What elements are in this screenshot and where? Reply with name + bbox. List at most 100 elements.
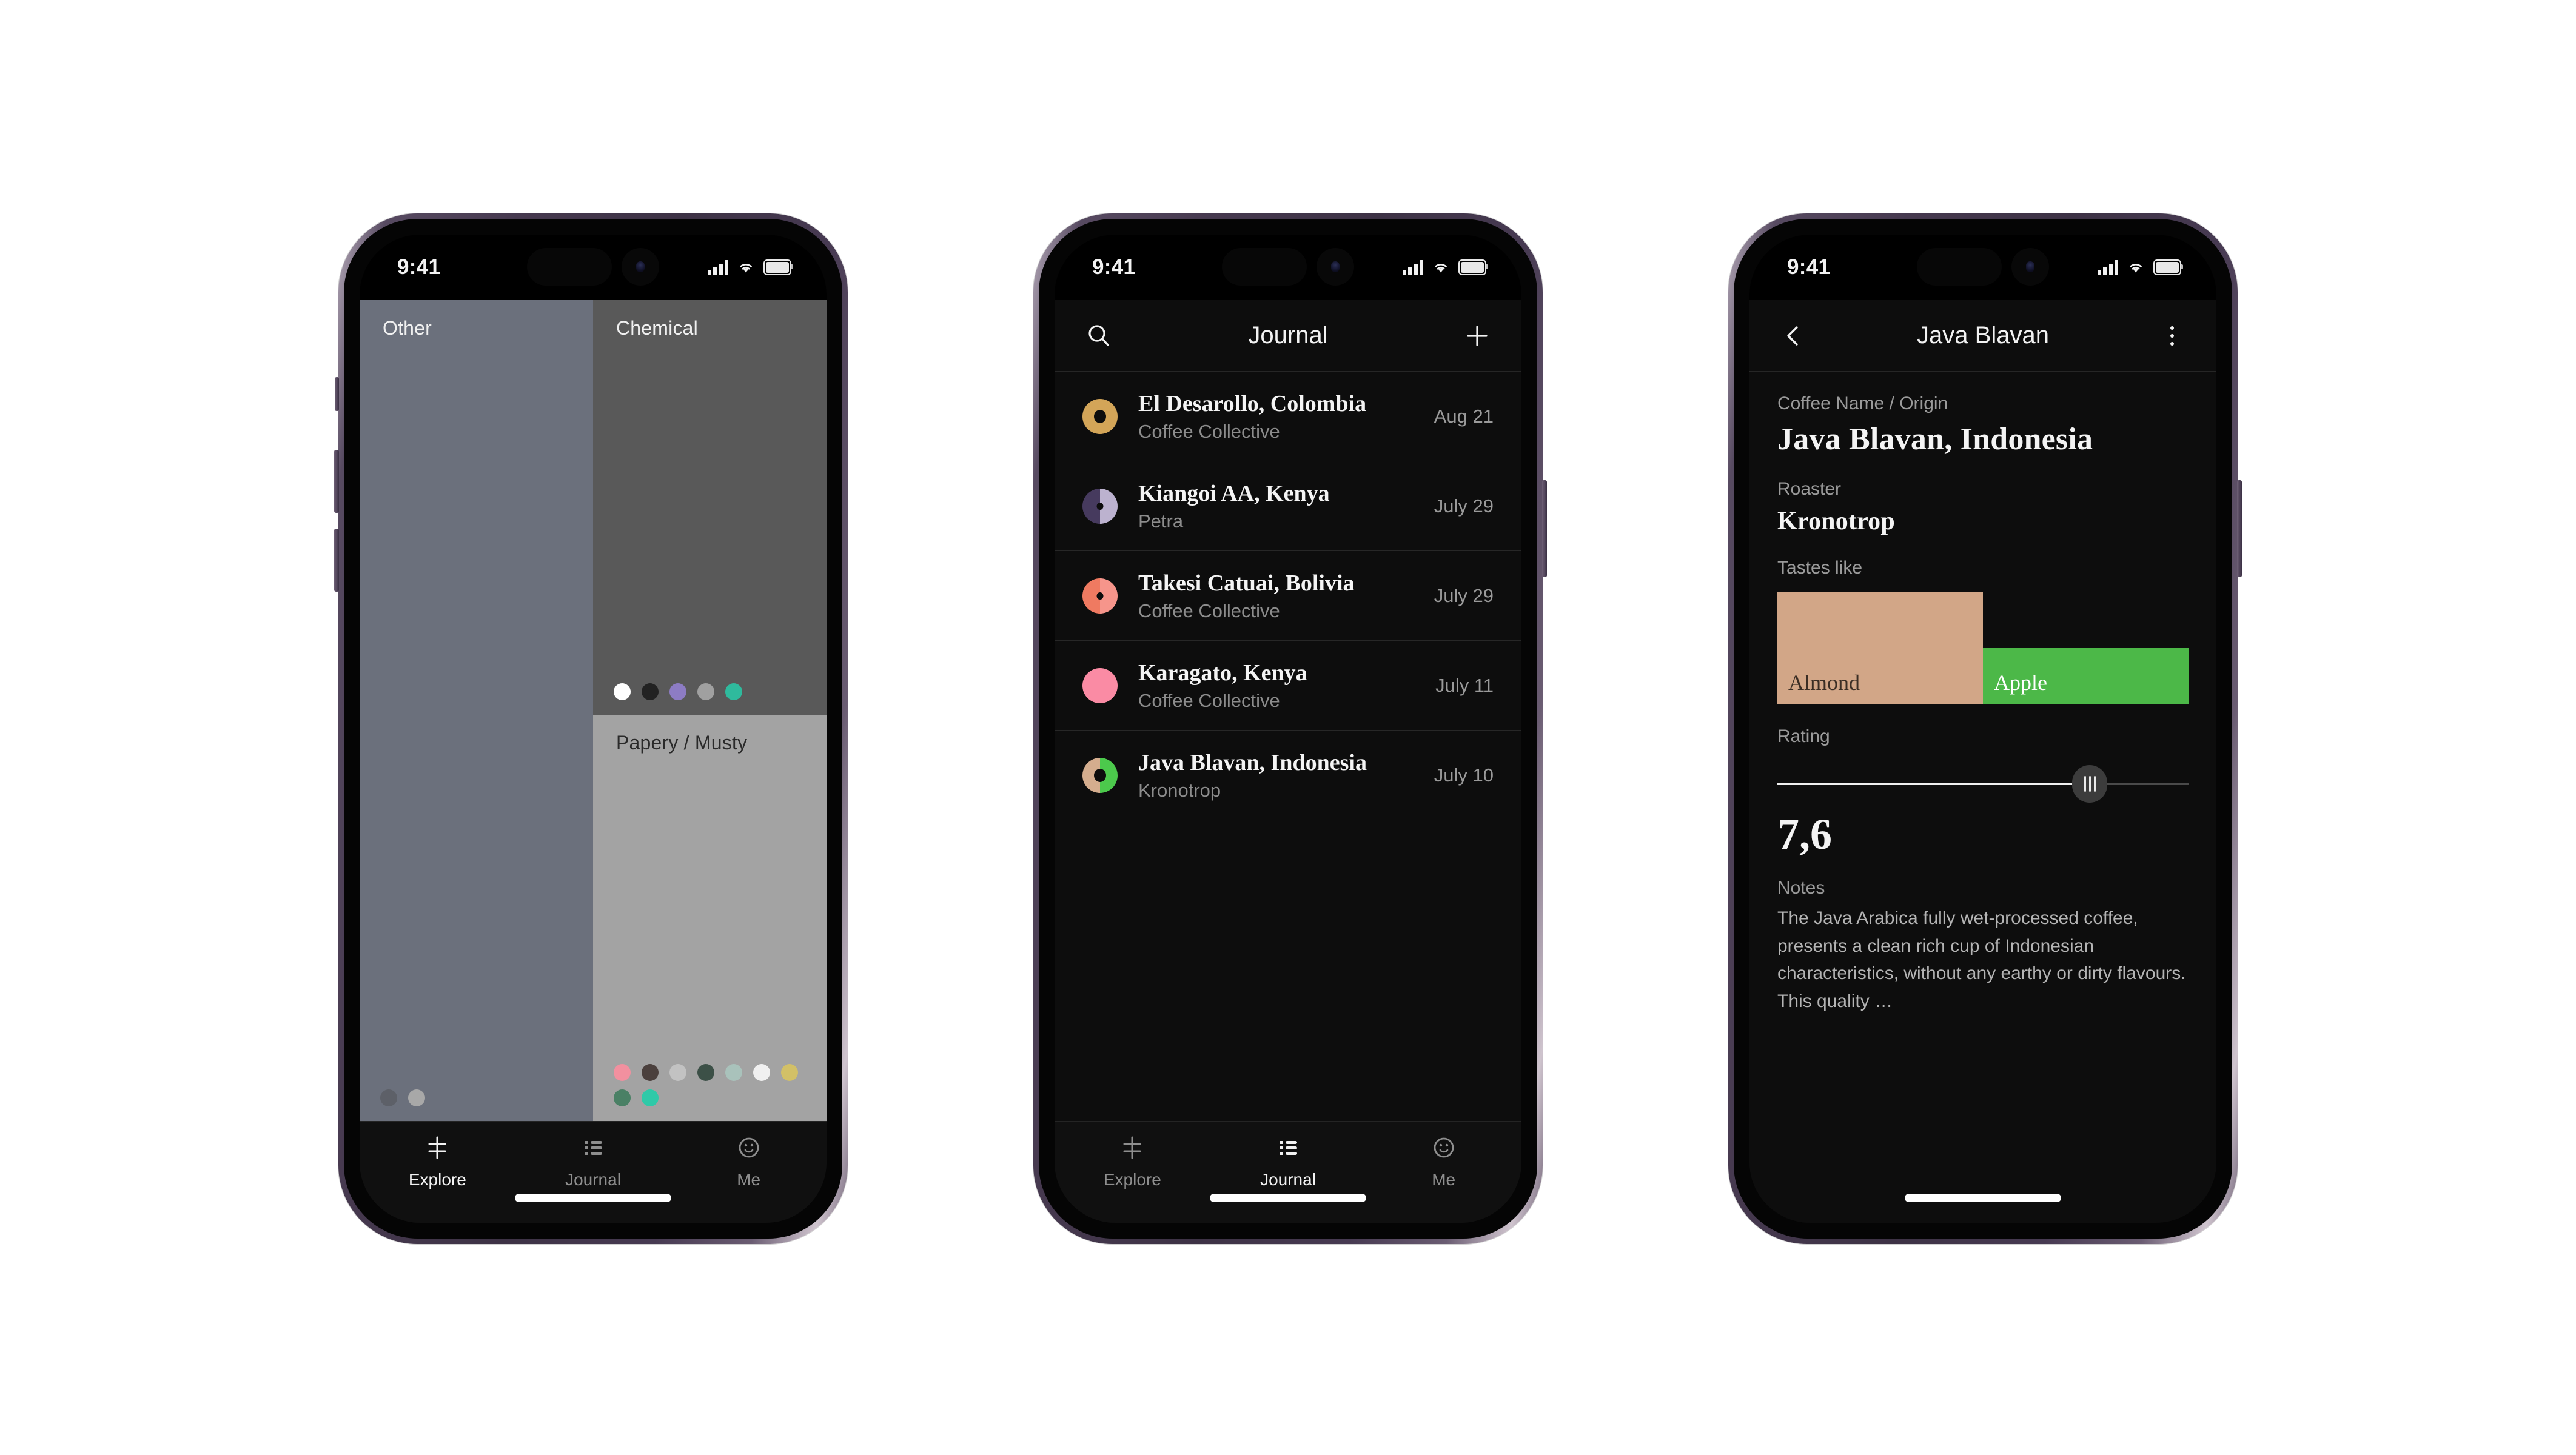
colour-dot[interactable] — [669, 683, 686, 700]
home-indicator[interactable] — [515, 1194, 671, 1202]
battery-icon — [763, 259, 793, 275]
phone3-screen: 9:41 Java Blavan Coffee Name / Origin Ja… — [1749, 235, 2216, 1223]
colour-dot[interactable] — [642, 1089, 659, 1106]
mute-switch[interactable] — [335, 377, 339, 411]
flavour-panel-chemical[interactable]: Chemical — [593, 300, 827, 715]
front-camera — [1317, 248, 1354, 286]
list-item[interactable]: Karagato, Kenya Coffee Collective July 1… — [1055, 641, 1521, 731]
field-value-roaster: Kronotrop — [1777, 507, 1895, 535]
front-camera — [622, 248, 659, 286]
status-bar: 9:41 — [1749, 235, 2216, 300]
colour-dot[interactable] — [614, 1064, 631, 1081]
field-label-rating: Rating — [1777, 726, 1830, 746]
tab-bar: Explore Journal Me — [360, 1121, 827, 1223]
colour-dot[interactable] — [642, 683, 659, 700]
explore-right-column: Chemical Papery / Musty — [593, 300, 827, 1121]
list-item-text: Kiangoi AA, Kenya Petra — [1138, 480, 1422, 532]
slider-handle[interactable] — [2072, 765, 2108, 803]
colour-dot[interactable] — [781, 1064, 798, 1081]
avatar — [1082, 578, 1118, 614]
wifi-icon — [1432, 260, 1450, 275]
list-item[interactable]: Kiangoi AA, Kenya Petra July 29 — [1055, 461, 1521, 551]
list-icon — [579, 1134, 607, 1162]
smiley-face-icon — [1430, 1134, 1458, 1162]
journal-navbar: Journal — [1055, 300, 1521, 372]
wifi-icon — [737, 260, 755, 275]
tab-explore[interactable]: Explore — [1055, 1134, 1210, 1189]
entry-roaster: Coffee Collective — [1138, 600, 1280, 621]
phone-coffee-detail: 9:41 Java Blavan Coffee Name / Origin Ja… — [1728, 213, 2242, 1244]
tab-journal[interactable]: Journal — [1210, 1134, 1366, 1189]
tab-explore[interactable]: Explore — [360, 1134, 515, 1189]
entry-date: July 29 — [1434, 584, 1494, 606]
colour-dot[interactable] — [614, 1089, 631, 1106]
entry-roaster: Kronotrop — [1138, 779, 1221, 801]
wifi-icon — [2127, 260, 2145, 275]
explore-flavour-grid: Other Chemical Papery / Musty — [360, 300, 827, 1121]
home-indicator[interactable] — [1905, 1194, 2061, 1202]
tab-me[interactable]: Me — [1366, 1134, 1521, 1189]
phone-journal: 9:41 Journal El Desarollo, Colombia Coff… — [1033, 213, 1547, 1244]
island-pill — [1917, 248, 2002, 286]
entry-roaster: Coffee Collective — [1138, 420, 1280, 442]
colour-dot[interactable] — [380, 1089, 397, 1106]
phone-bezel: 9:41 — [1039, 219, 1537, 1239]
page-title: Journal — [1248, 322, 1328, 349]
avatar — [1082, 667, 1118, 703]
colour-dot[interactable] — [408, 1089, 425, 1106]
taste-label: Apple — [1994, 671, 2047, 695]
panel-label: Other — [383, 317, 432, 339]
rating-value: 7,6 — [1777, 810, 1832, 858]
journal-list: El Desarollo, Colombia Coffee Collective… — [1055, 372, 1521, 1121]
list-item[interactable]: El Desarollo, Colombia Coffee Collective… — [1055, 372, 1521, 461]
field-label-name: Coffee Name / Origin — [1777, 393, 1948, 413]
colour-dot[interactable] — [753, 1064, 770, 1081]
status-time: 9:41 — [397, 255, 441, 279]
flavour-panel-other[interactable]: Other — [360, 300, 593, 1121]
more-vertical-icon[interactable] — [2156, 319, 2189, 352]
front-camera — [2011, 248, 2049, 286]
volume-down-button[interactable] — [334, 529, 339, 592]
entry-date: July 10 — [1434, 764, 1494, 786]
panel-dots-papery — [614, 1064, 814, 1106]
home-indicator[interactable] — [1210, 1194, 1366, 1202]
colour-dot[interactable] — [669, 1064, 686, 1081]
status-bar: 9:41 — [1055, 235, 1521, 300]
phone-bezel: 9:41 — [1734, 219, 2232, 1239]
explore-filter-icon — [1118, 1134, 1146, 1162]
taste-bar-apple[interactable]: Apple — [1983, 648, 2189, 704]
colour-dot[interactable] — [725, 1064, 742, 1081]
field-value-name: Java Blavan, Indonesia — [1777, 422, 2093, 457]
list-icon — [1274, 1134, 1302, 1162]
rating-slider[interactable] — [1777, 765, 2189, 803]
island-pill — [527, 248, 612, 286]
colour-dot[interactable] — [614, 683, 631, 700]
tab-me[interactable]: Me — [671, 1134, 827, 1189]
entry-date: Aug 21 — [1434, 405, 1494, 427]
colour-dot[interactable] — [725, 683, 742, 700]
tab-label: Explore — [408, 1170, 466, 1189]
field-label-notes: Notes — [1777, 878, 1825, 898]
list-item-text: Java Blavan, Indonesia Kronotrop — [1138, 749, 1422, 801]
status-time: 9:41 — [1092, 255, 1136, 279]
cellular-bars-icon — [2097, 259, 2118, 275]
power-button[interactable] — [2237, 480, 2242, 577]
avatar — [1082, 398, 1118, 434]
colour-dot[interactable] — [642, 1064, 659, 1081]
dynamic-island — [1222, 248, 1354, 286]
list-item[interactable]: Takesi Catuai, Bolivia Coffee Collective… — [1055, 551, 1521, 641]
tab-journal[interactable]: Journal — [515, 1134, 671, 1189]
panel-dots-chemical — [614, 683, 814, 700]
volume-up-button[interactable] — [334, 450, 339, 513]
colour-dot[interactable] — [697, 683, 714, 700]
search-icon[interactable] — [1082, 319, 1115, 352]
list-item[interactable]: Java Blavan, Indonesia Kronotrop July 10 — [1055, 731, 1521, 820]
plus-icon[interactable] — [1461, 319, 1494, 352]
flavour-panel-papery-musty[interactable]: Papery / Musty — [593, 714, 827, 1121]
panel-dots-other — [380, 1089, 581, 1106]
taste-bar-almond[interactable]: Almond — [1777, 592, 1983, 704]
colour-dot[interactable] — [697, 1064, 714, 1081]
entry-date: July 11 — [1435, 674, 1494, 696]
back-chevron-icon[interactable] — [1777, 319, 1810, 352]
power-button[interactable] — [1542, 480, 1547, 577]
